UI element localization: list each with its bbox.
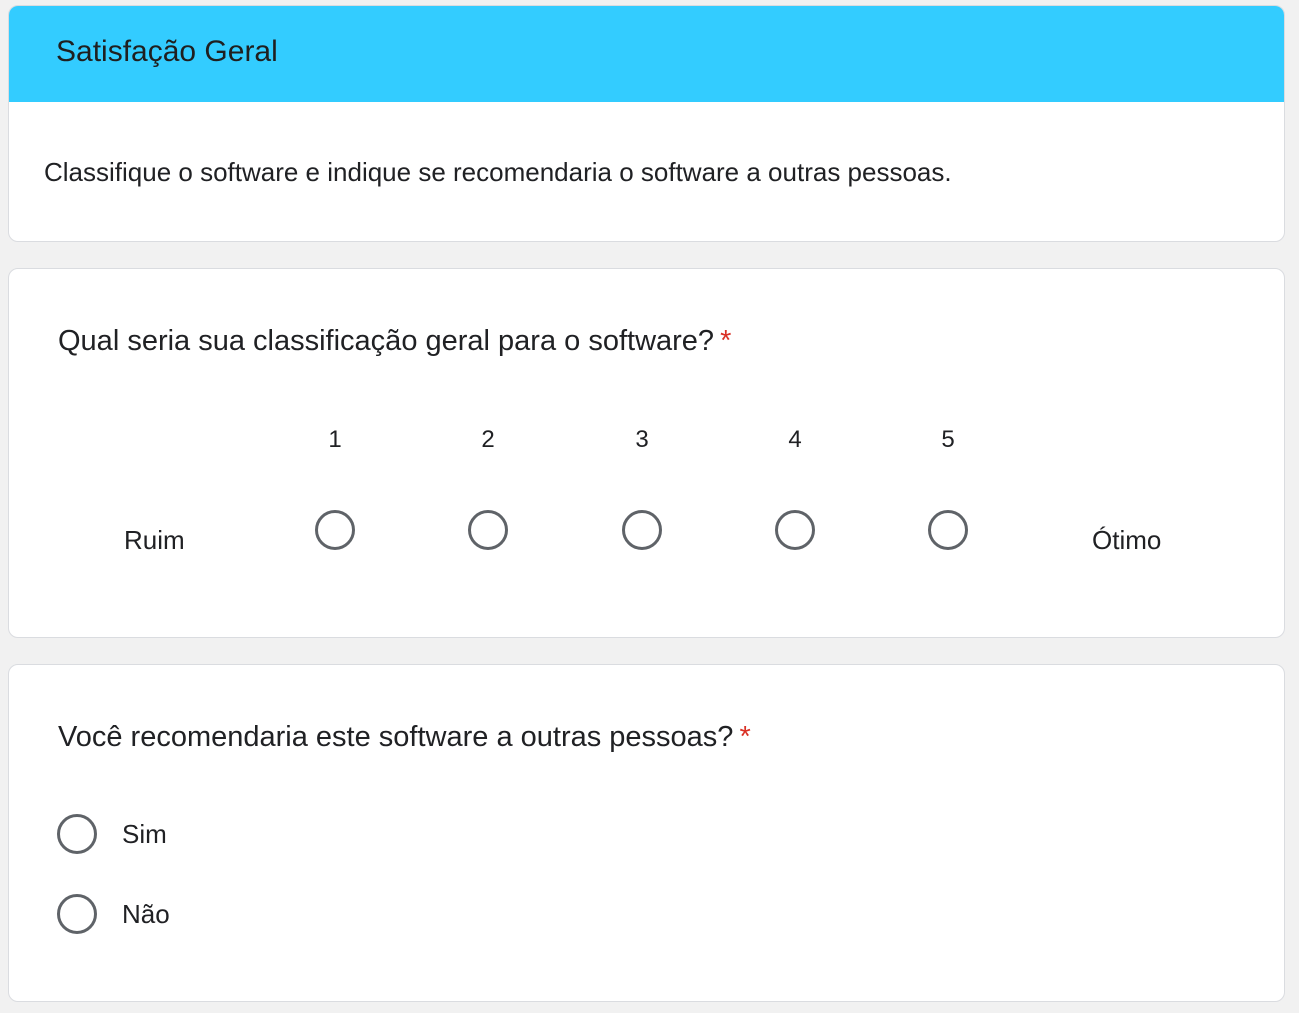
scale-number-2: 2 [481,426,495,453]
option-nao-radio[interactable] [57,894,97,934]
rating-radio-3[interactable] [622,510,662,550]
rating-question-card: Qual seria sua classificação geral para … [8,268,1285,638]
option-nao[interactable]: Não [57,894,457,934]
section-header: Satisfação Geral [9,6,1284,102]
option-sim-radio[interactable] [57,814,97,854]
recommend-question-text: Você recomendaria este software a outras… [58,721,734,753]
scale-number-3: 3 [635,426,649,453]
rating-radio-2[interactable] [468,510,508,550]
rating-radio-1[interactable] [315,510,355,550]
option-sim-label: Sim [122,819,167,849]
required-asterisk: * [720,325,732,357]
section-description: Classifique o software e indique se reco… [44,157,952,187]
section-title: Satisfação Geral [56,35,278,68]
recommend-question-title: Você recomendaria este software a outras… [58,719,751,755]
rating-radio-4[interactable] [775,510,815,550]
scale-number-1: 1 [328,426,342,453]
required-asterisk: * [739,721,751,753]
section-card: Satisfação Geral Classifique o software … [8,5,1285,242]
rating-question-title: Qual seria sua classificação geral para … [58,323,731,359]
scale-low-label: Ruim [124,525,185,555]
scale-high-label: Ótimo [1092,525,1162,555]
scale-number-5: 5 [941,426,955,453]
option-sim[interactable]: Sim [57,814,457,854]
rating-question-text: Qual seria sua classificação geral para … [58,325,715,357]
rating-radio-5[interactable] [928,510,968,550]
recommend-question-card: Você recomendaria este software a outras… [8,664,1285,1002]
option-nao-label: Não [122,899,170,929]
scale-number-4: 4 [788,426,802,453]
